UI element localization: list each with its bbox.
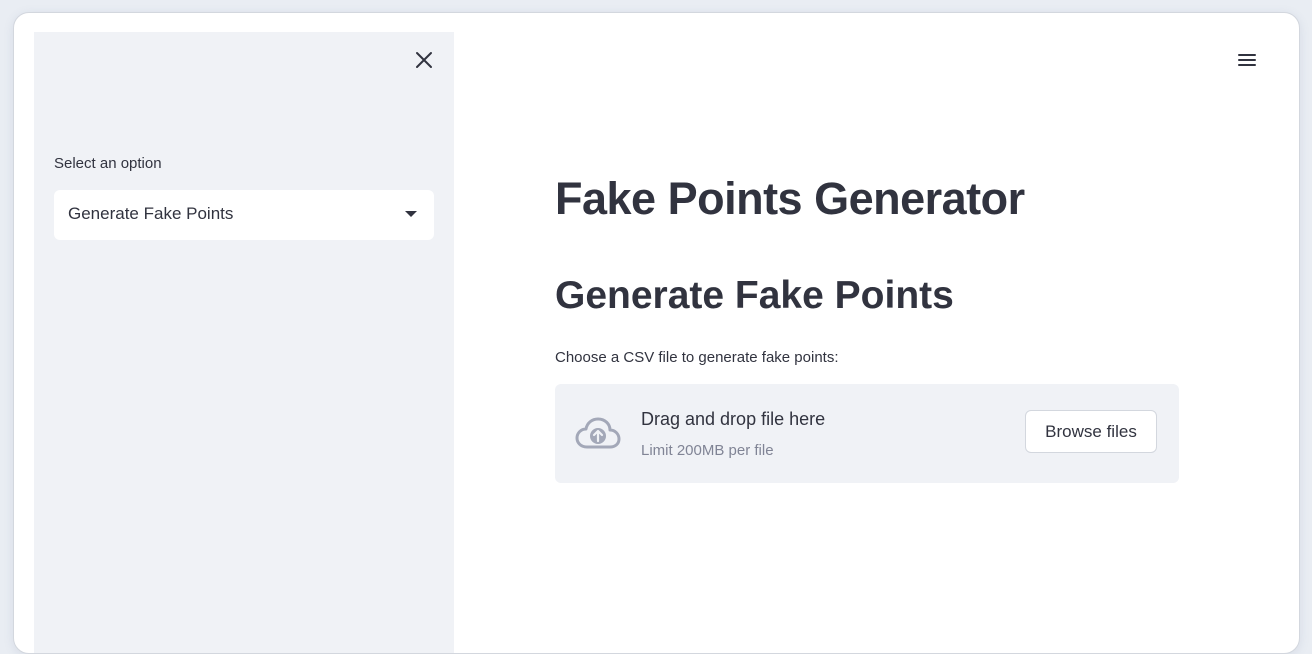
file-uploader-label: Choose a CSV file to generate fake point… (555, 349, 839, 366)
dropzone-instructions: Drag and drop file here (641, 409, 826, 429)
file-size-limit: Limit 200MB per file (641, 442, 774, 459)
hamburger-menu-icon (1238, 54, 1256, 66)
file-dropzone[interactable]: Drag and drop file here Limit 200MB per … (555, 384, 1179, 483)
app-window: Select an option Generate Fake Points Fa… (13, 12, 1300, 654)
main-menu-button[interactable] (1235, 48, 1259, 72)
close-icon (416, 52, 432, 68)
section-subheader: Generate Fake Points (555, 274, 954, 317)
cloud-upload-icon (575, 417, 621, 449)
caret-down-icon (405, 211, 417, 217)
option-select[interactable]: Generate Fake Points (54, 190, 434, 240)
page-title: Fake Points Generator (555, 173, 1025, 224)
select-value: Generate Fake Points (68, 204, 234, 223)
browse-files-button[interactable]: Browse files (1025, 410, 1157, 453)
sidebar: Select an option Generate Fake Points (34, 32, 454, 653)
select-label: Select an option (54, 155, 162, 172)
close-sidebar-button[interactable] (412, 48, 436, 72)
